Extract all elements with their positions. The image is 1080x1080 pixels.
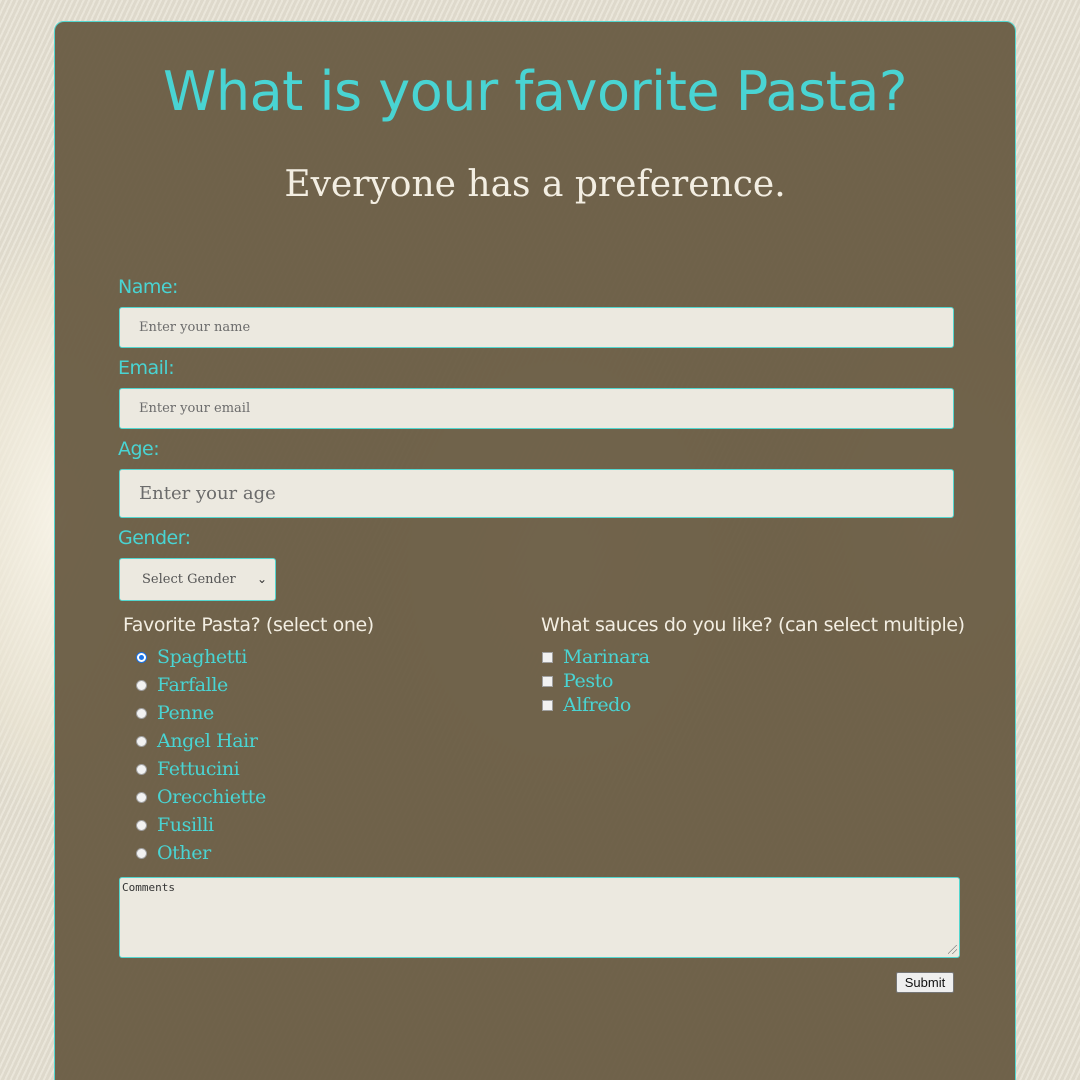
pasta-option-orecchiette[interactable]: Orecchiette	[136, 785, 266, 809]
chevron-down-icon: ⌄	[256, 572, 267, 586]
sauce-option-alfredo[interactable]: Alfredo	[542, 693, 631, 717]
sauce-option-label: Marinara	[563, 646, 650, 668]
checkbox[interactable]	[542, 699, 553, 711]
checkbox[interactable]	[542, 651, 553, 663]
email-input[interactable]	[119, 388, 954, 429]
pasta-group-heading: Favorite Pasta? (select one)	[123, 614, 374, 636]
sauce-option-label: Pesto	[563, 670, 613, 692]
radio-button[interactable]	[136, 707, 147, 719]
age-label: Age:	[118, 438, 160, 460]
pasta-option-label: Penne	[157, 702, 214, 724]
sauce-option-label: Alfredo	[563, 694, 631, 716]
pasta-option-other[interactable]: Other	[136, 841, 211, 865]
pasta-option-label: Orecchiette	[157, 786, 266, 808]
pasta-option-label: Fettucini	[157, 758, 240, 780]
radio-button[interactable]	[136, 651, 147, 663]
pasta-option-label: Fusilli	[157, 814, 214, 836]
submit-button[interactable]: Submit	[896, 972, 954, 993]
name-label: Name:	[118, 276, 178, 298]
email-label: Email:	[118, 357, 175, 379]
name-input[interactable]	[119, 307, 954, 348]
radio-button[interactable]	[136, 847, 147, 859]
pasta-option-farfalle[interactable]: Farfalle	[136, 673, 228, 697]
radio-button[interactable]	[136, 791, 147, 803]
checkbox[interactable]	[542, 675, 553, 687]
pasta-option-label: Angel Hair	[157, 730, 258, 752]
radio-button[interactable]	[136, 819, 147, 831]
page-title: What is your favorite Pasta?	[162, 60, 908, 123]
pasta-option-penne[interactable]: Penne	[136, 701, 214, 725]
age-input[interactable]	[119, 469, 954, 518]
pasta-option-label: Farfalle	[157, 674, 228, 696]
sauce-option-pesto[interactable]: Pesto	[542, 669, 613, 693]
pasta-option-angel-hair[interactable]: Angel Hair	[136, 729, 258, 753]
survey-card: What is your favorite Pasta? Everyone ha…	[54, 21, 1016, 1080]
pasta-option-label: Spaghetti	[157, 646, 247, 668]
gender-select[interactable]: Select Gender ⌄	[119, 558, 276, 601]
sauce-option-marinara[interactable]: Marinara	[542, 645, 650, 669]
pasta-option-spaghetti[interactable]: Spaghetti	[136, 645, 247, 669]
comments-textarea[interactable]	[119, 877, 960, 958]
pasta-option-label: Other	[157, 842, 211, 864]
sauces-group-heading: What sauces do you like? (can select mul…	[541, 614, 965, 636]
resize-handle-icon[interactable]	[948, 945, 957, 954]
pasta-option-fusilli[interactable]: Fusilli	[136, 813, 214, 837]
radio-button[interactable]	[136, 763, 147, 775]
radio-button[interactable]	[136, 679, 147, 691]
pasta-option-fettucini[interactable]: Fettucini	[136, 757, 240, 781]
gender-label: Gender:	[118, 527, 191, 549]
radio-button[interactable]	[136, 735, 147, 747]
page-subtitle: Everyone has a preference.	[284, 164, 786, 205]
gender-select-value: Select Gender	[142, 572, 236, 587]
